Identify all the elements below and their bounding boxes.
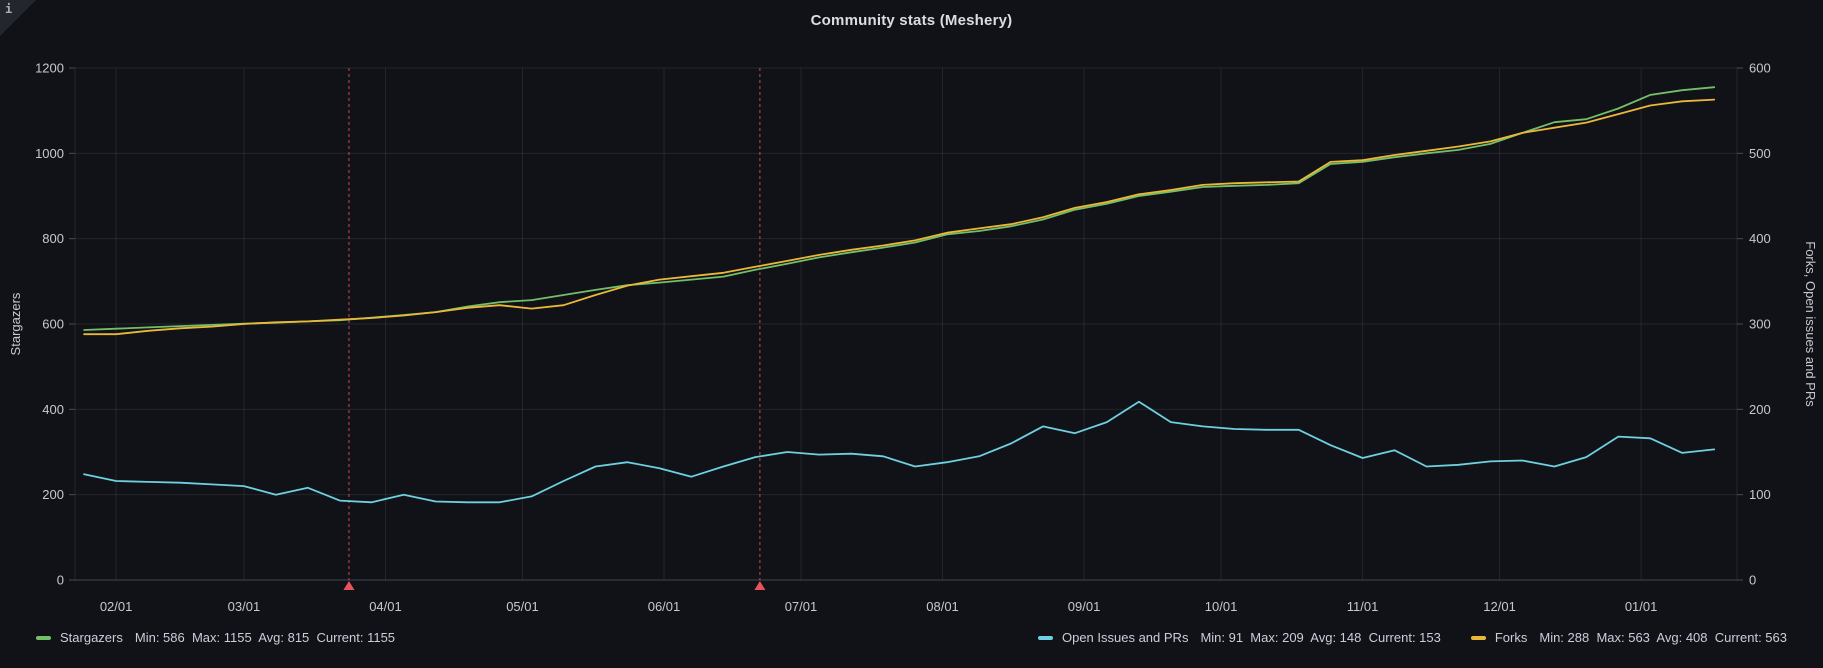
x-tick-label: 06/01 — [648, 599, 681, 614]
y-left-tick-label: 0 — [57, 573, 64, 588]
legend-label: Open Issues and PRs — [1062, 630, 1188, 645]
legend-item-open-issues-and-prs[interactable]: Open Issues and PRs Min: 91 Max: 209 Avg… — [1038, 630, 1441, 645]
y-left-tick-label: 1200 — [35, 61, 64, 76]
legend-stats: Min: 586 Max: 1155 Avg: 815 Current: 115… — [135, 630, 395, 645]
series-line-open-issues-and-prs[interactable] — [84, 402, 1714, 503]
y-right-tick-label: 0 — [1749, 573, 1756, 588]
series-line-stargazers[interactable] — [84, 87, 1714, 330]
x-tick-label: 03/01 — [228, 599, 261, 614]
annotation-marker[interactable] — [343, 581, 354, 590]
x-tick-label: 10/01 — [1205, 599, 1238, 614]
graph-panel: i Community stats (Meshery) 02/0103/0104… — [0, 0, 1823, 668]
legend-stats: Min: 288 Max: 563 Avg: 408 Current: 563 — [1539, 630, 1787, 645]
legend-label: Stargazers — [60, 630, 123, 645]
y-right-tick-label: 200 — [1749, 402, 1771, 417]
y-left-tick-label: 400 — [42, 402, 64, 417]
legend-label: Forks — [1495, 630, 1528, 645]
x-tick-label: 05/01 — [506, 599, 539, 614]
y-left-tick-label: 1000 — [35, 146, 64, 161]
x-tick-label: 07/01 — [785, 599, 818, 614]
x-tick-label: 01/01 — [1625, 599, 1658, 614]
y-right-tick-label: 600 — [1749, 61, 1771, 76]
y-left-axis-title: Stargazers — [8, 292, 23, 355]
y-left-tick-label: 200 — [42, 487, 64, 502]
y-right-axis-title: Forks, Open issues and PRs — [1803, 241, 1818, 407]
x-tick-label: 09/01 — [1068, 599, 1101, 614]
y-right-tick-label: 100 — [1749, 487, 1771, 502]
legend-item-forks[interactable]: Forks Min: 288 Max: 563 Avg: 408 Current… — [1471, 630, 1787, 645]
legend-swatch-icon — [1038, 636, 1053, 640]
x-tick-label: 08/01 — [926, 599, 959, 614]
x-tick-label: 12/01 — [1483, 599, 1516, 614]
x-tick-label: 02/01 — [100, 599, 133, 614]
legend-swatch-icon — [36, 636, 51, 640]
legend-stats: Min: 91 Max: 209 Avg: 148 Current: 153 — [1200, 630, 1440, 645]
annotation-marker[interactable] — [754, 581, 765, 590]
series-line-forks[interactable] — [84, 100, 1714, 335]
y-left-tick-label: 800 — [42, 231, 64, 246]
legend-swatch-icon — [1471, 636, 1486, 640]
legend: Stargazers Min: 586 Max: 1155 Avg: 815 C… — [0, 630, 1823, 645]
legend-item-stargazers[interactable]: Stargazers Min: 586 Max: 1155 Avg: 815 C… — [36, 630, 395, 645]
y-right-tick-label: 300 — [1749, 317, 1771, 332]
y-right-tick-label: 400 — [1749, 231, 1771, 246]
chart-canvas[interactable]: 02/01 03/01 04/01 05/01 06/01 07/01 08/01 09/01… — [0, 0, 1823, 668]
x-tick-label: 04/01 — [369, 599, 402, 614]
y-left-tick-label: 600 — [42, 317, 64, 332]
y-right-tick-label: 500 — [1749, 146, 1771, 161]
x-tick-label: 11/01 — [1347, 599, 1379, 614]
